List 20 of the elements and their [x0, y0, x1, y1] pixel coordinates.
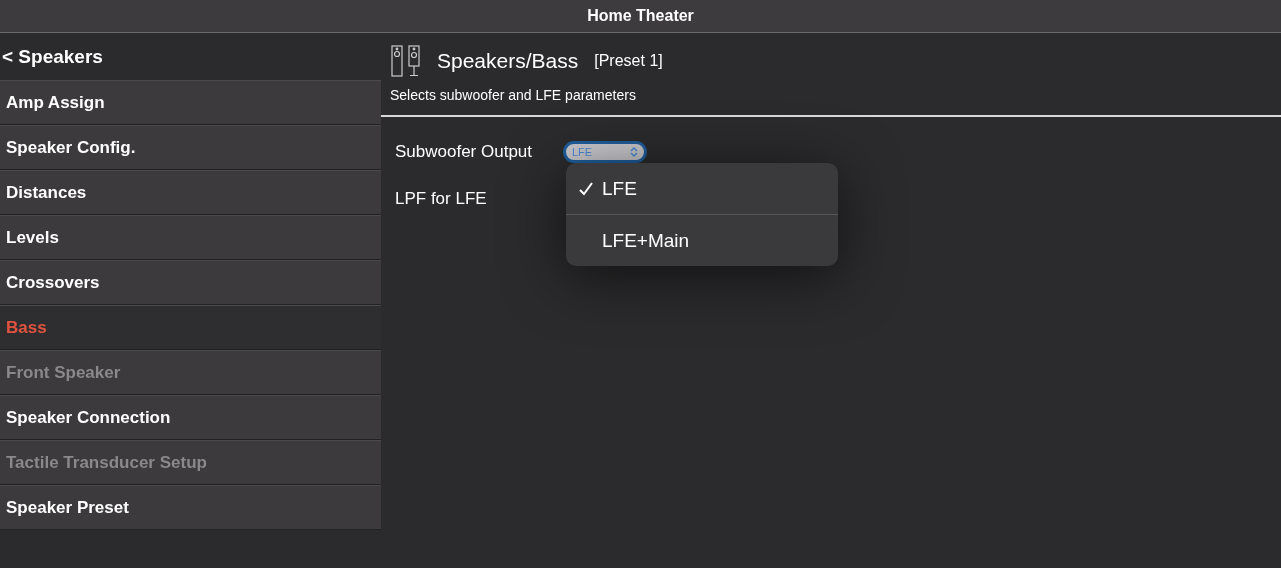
menu-option[interactable]: LFE+Main	[566, 215, 838, 266]
check-icon	[578, 180, 594, 197]
window-title: Home Theater	[587, 7, 694, 25]
page-title: Speakers/Bass	[437, 49, 579, 73]
setting-label: Subwoofer Output	[395, 142, 534, 162]
preset-label: [Preset 1]	[594, 52, 663, 70]
sidebar-item[interactable]: Amp Assign	[0, 80, 381, 125]
back-link[interactable]: < Speakers	[0, 33, 381, 80]
chevron-updown-icon	[630, 147, 638, 157]
sidebar-item[interactable]: Speaker Config.	[0, 125, 381, 170]
sidebar-item[interactable]: Speaker Connection	[0, 395, 381, 440]
speakers-icon	[391, 45, 421, 77]
sidebar-item[interactable]: Crossovers	[0, 260, 381, 305]
sidebar-item[interactable]: Distances	[0, 170, 381, 215]
sidebar-item[interactable]: Levels	[0, 215, 381, 260]
page-description: Selects subwoofer and LFE parameters	[389, 86, 637, 105]
sidebar-item[interactable]: Bass	[0, 305, 381, 350]
setting-label: LPF for LFE	[395, 189, 488, 209]
sidebar-item[interactable]: Speaker Preset	[0, 485, 381, 530]
menu-option[interactable]: LFE	[566, 163, 838, 215]
